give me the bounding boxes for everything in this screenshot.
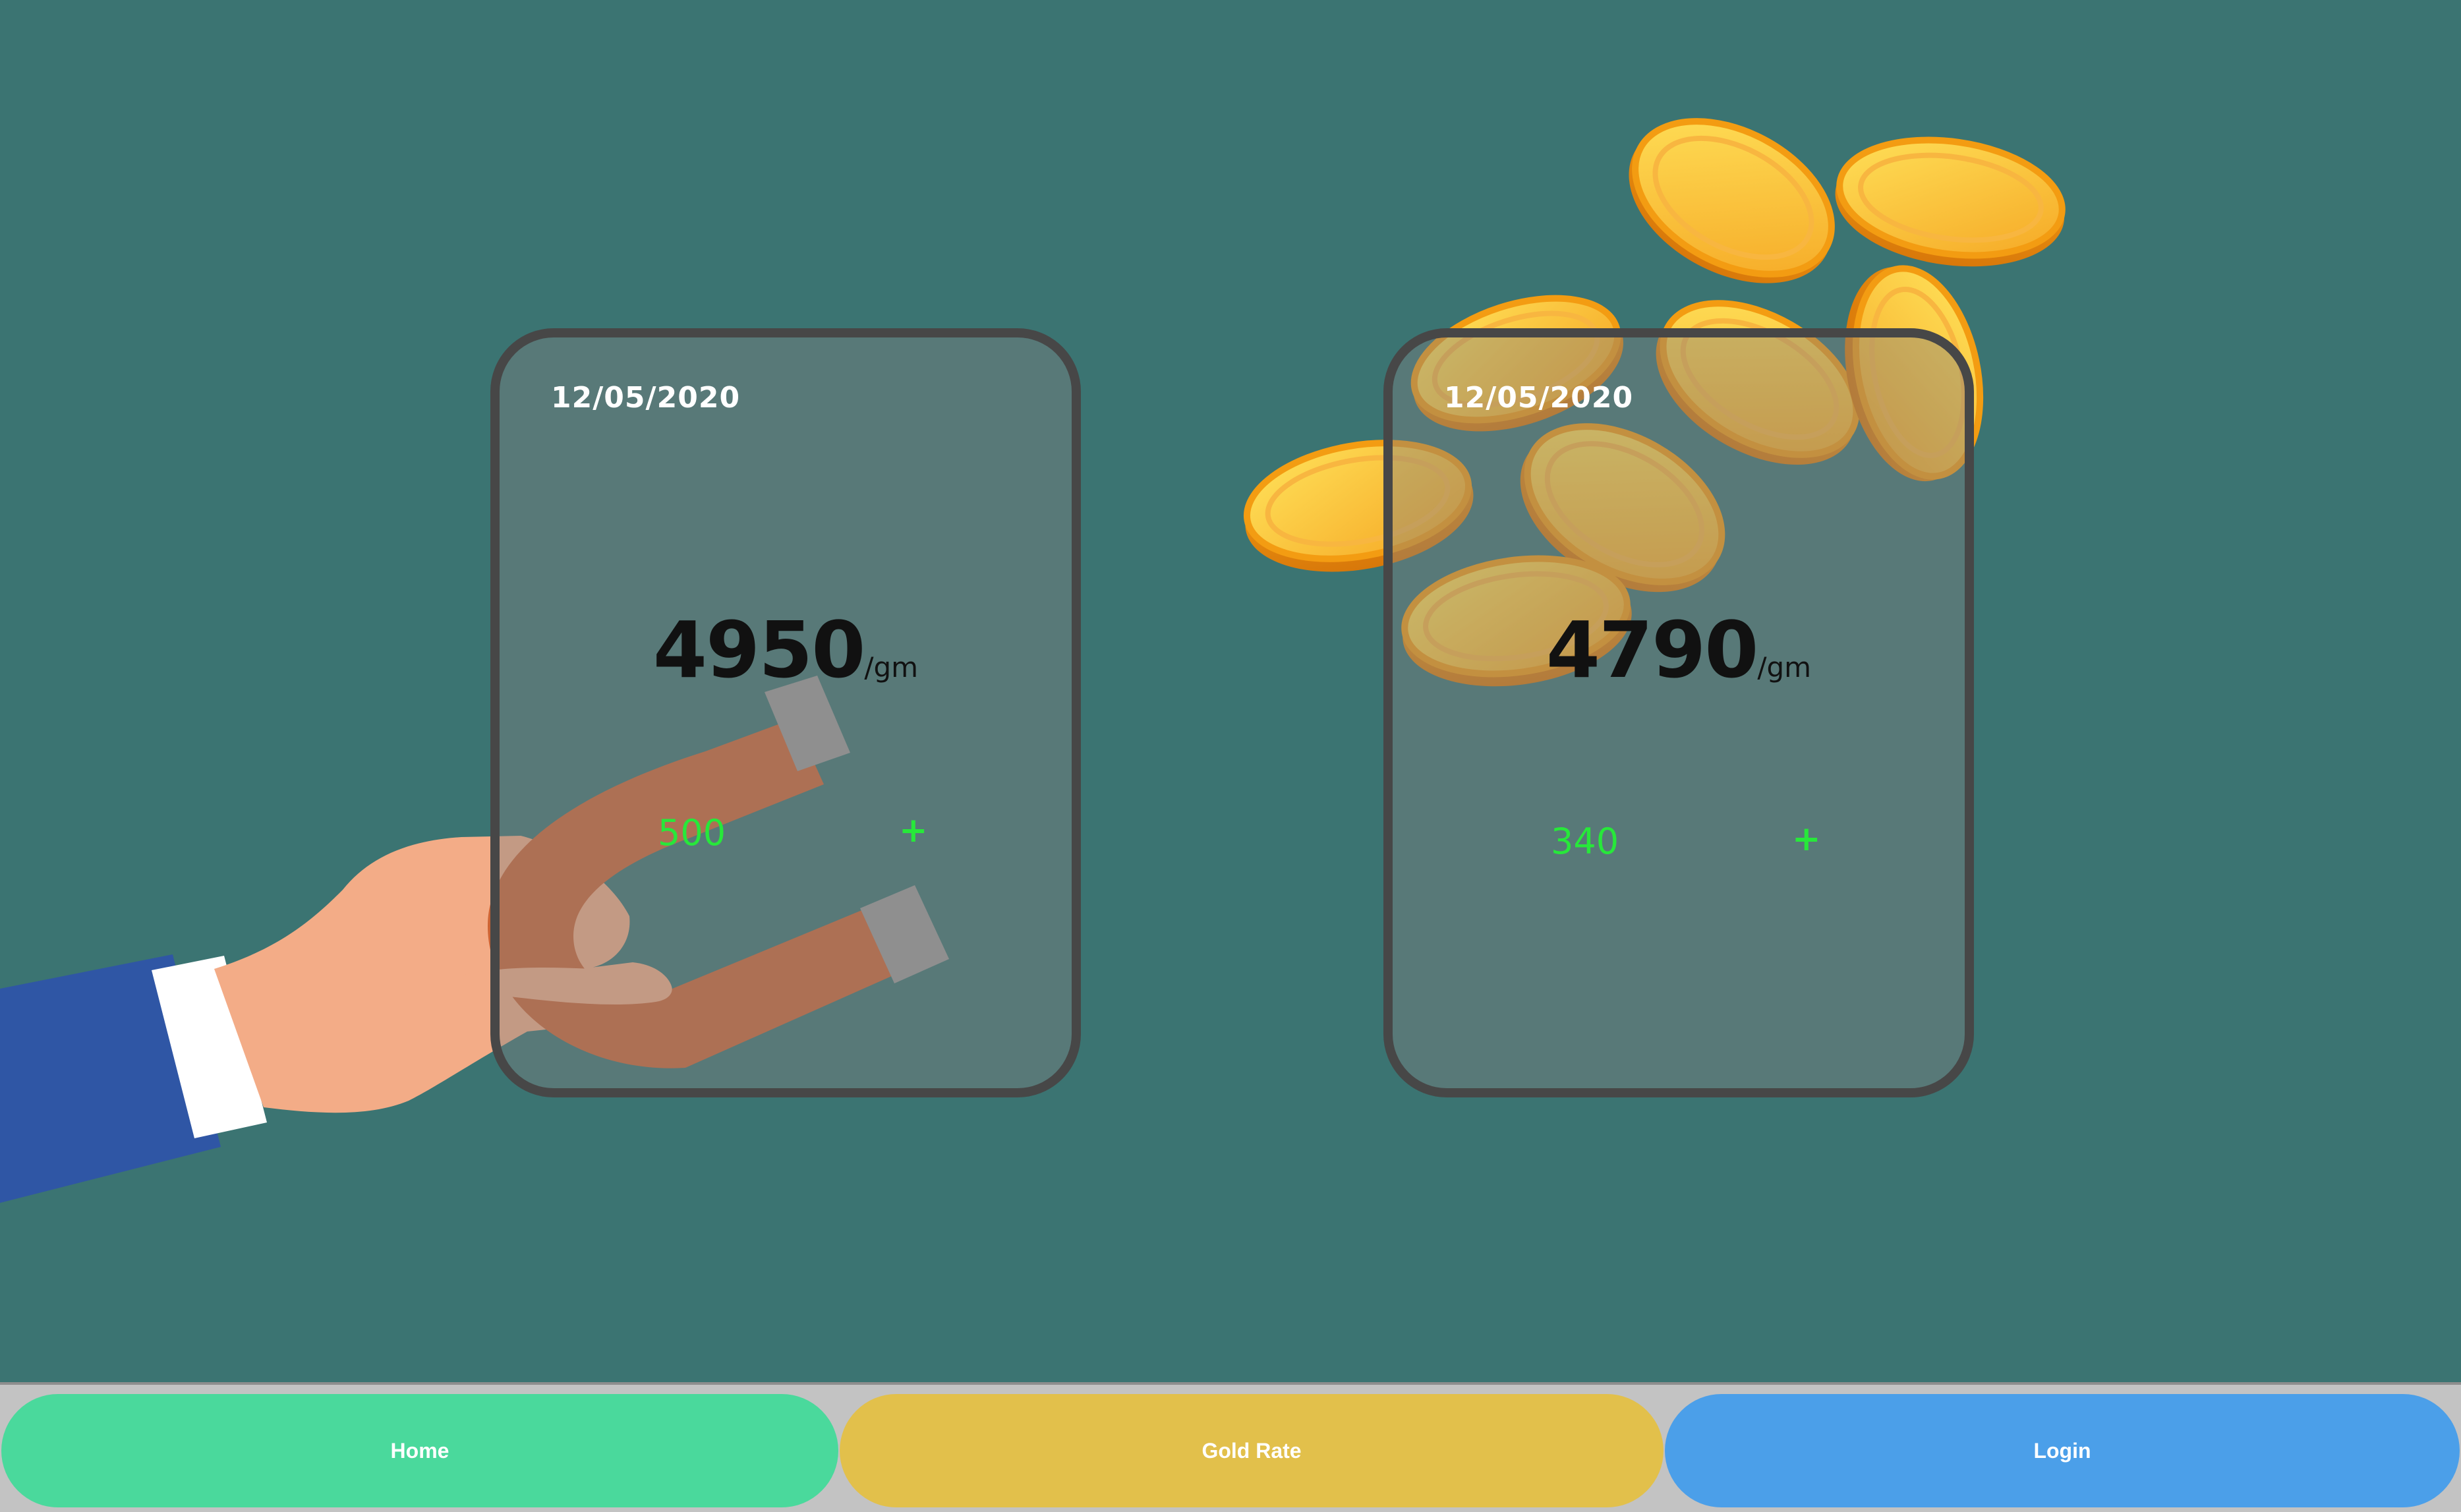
login-button[interactable]: Login: [1665, 1394, 2460, 1507]
rate-date: 12/05/2020: [1444, 381, 1634, 415]
rate-price: 4950: [652, 604, 865, 695]
rate-unit: /gm: [1757, 651, 1812, 683]
add-button[interactable]: +: [1792, 819, 1821, 859]
bottom-navigation: Home Gold Rate Login: [0, 1382, 2461, 1512]
rate-price: 4790: [1546, 604, 1758, 695]
rate-date: 12/05/2020: [551, 381, 741, 415]
rate-card: 12/05/2020 4950/gm 500 +: [490, 328, 1081, 1097]
add-button[interactable]: +: [899, 811, 928, 850]
background-illustrations: [0, 118, 2066, 1203]
rate-change: 340: [1551, 821, 1619, 862]
rate-price-group: 4950/gm: [500, 604, 1072, 695]
gold-rate-button[interactable]: Gold Rate: [840, 1394, 1664, 1507]
home-button[interactable]: Home: [1, 1394, 838, 1507]
rate-card: 12/05/2020 4790/gm 340 +: [1383, 328, 1974, 1097]
rate-price-group: 4790/gm: [1393, 604, 1965, 695]
rate-unit: /gm: [864, 651, 919, 683]
rate-change: 500: [658, 812, 726, 854]
